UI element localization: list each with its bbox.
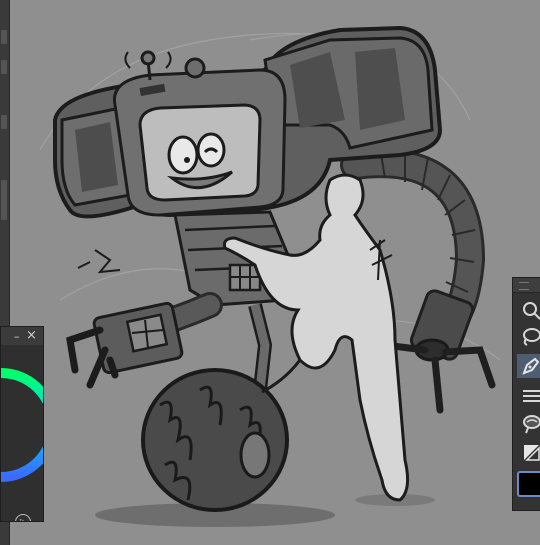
strip-button[interactable]: [1, 115, 7, 129]
lasso-icon[interactable]: [517, 325, 540, 349]
strip-button[interactable]: [1, 60, 7, 74]
hatch-icon[interactable]: [517, 383, 540, 407]
panel-titlebar: – ×: [1, 327, 43, 345]
grip-icon[interactable]: [519, 282, 529, 290]
close-icon[interactable]: ×: [26, 328, 37, 343]
color-wheel-body: ▷: [1, 345, 43, 521]
pen-icon[interactable]: [517, 354, 540, 378]
minimize-icon[interactable]: –: [14, 330, 20, 343]
hue-ring[interactable]: [1, 365, 43, 489]
play-icon[interactable]: ▷: [15, 514, 31, 521]
strip-button[interactable]: [1, 30, 7, 44]
color-wheel-panel: – × ▷: [0, 326, 44, 522]
blend-icon[interactable]: [517, 412, 540, 436]
drawing-canvas[interactable]: [0, 0, 540, 545]
tool-palette: [512, 277, 540, 511]
fill-icon[interactable]: [517, 440, 540, 464]
zoom-icon[interactable]: [517, 298, 540, 322]
tool-palette-header[interactable]: [513, 278, 540, 293]
strip-scrollbar[interactable]: [1, 180, 7, 220]
main-color-swatch[interactable]: [517, 471, 540, 497]
